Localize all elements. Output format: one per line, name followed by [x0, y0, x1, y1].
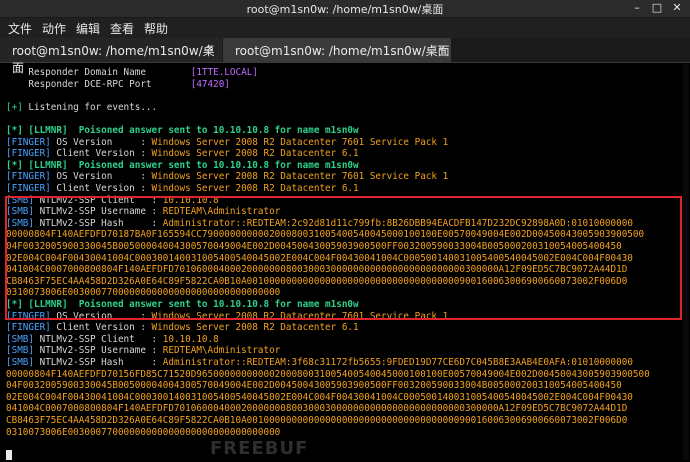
- terminal-segment: Client Version :: [50, 148, 152, 160]
- watermark: FREEBUF: [210, 438, 309, 459]
- terminal-line: [FINGER] Client Version : Windows Server…: [6, 148, 359, 159]
- terminal-segment: [FINGER]: [6, 322, 51, 334]
- terminal-segment: [SMB]: [6, 333, 34, 345]
- terminal-line: 0310073006E00300077000000000000000000000…: [6, 427, 280, 438]
- tab-close-icon[interactable]: ×: [437, 42, 446, 55]
- window-title: root@m1sn0w: /home/m1sn0w/桌面: [246, 3, 444, 16]
- terminal-line: 041004C0007000800804F140AEFDFD7010600040…: [6, 403, 627, 414]
- terminal-line: [SMB] NTLMv2-SSP Client : 10.10.10.8: [6, 334, 219, 345]
- terminal-segment: Windows Server 2008 R2 Datacenter 7601 S…: [151, 171, 449, 183]
- menu-file[interactable]: 文件: [8, 20, 32, 37]
- terminal-segment: [+]: [6, 101, 23, 113]
- window-controls: – □ ✕: [630, 1, 684, 14]
- tab-close-icon[interactable]: ×: [205, 42, 214, 55]
- title-bar: root@m1sn0w: /home/m1sn0w/桌面 – □ ✕: [0, 0, 690, 18]
- minimize-icon[interactable]: –: [630, 1, 644, 14]
- maximize-icon[interactable]: □: [650, 1, 664, 14]
- terminal-line: 02E004C004F00430041004C00030014003100540…: [6, 392, 633, 403]
- terminal-segment: Responder Domain Name: [6, 67, 191, 78]
- terminal-segment: [1TTE.LOCAL]: [190, 67, 258, 78]
- tab-terminal-2[interactable]: root@m1sn0w: /home/m1sn0w/桌面 ×: [223, 38, 451, 62]
- terminal-segment: 00000804F140AEFDFD70156FD85C71520D965000…: [6, 368, 650, 380]
- terminal-segment: CB8463F75EC4AA458D2D326A0E64C89F5822CA0B…: [6, 415, 628, 426]
- terminal-segment: [*] [LLMNR] Poisoned answer sent to 10.1…: [6, 159, 359, 171]
- tab-terminal-1[interactable]: root@m1sn0w: /home/m1sn0w/桌面 ×: [0, 38, 222, 75]
- terminal-segment: Client Version :: [50, 183, 152, 194]
- terminal-segment: [*] [LLMNR] Poisoned answer sent to 10.1…: [6, 125, 359, 136]
- terminal-segment: 041004C0007000800804F140AEFDFD7010600040…: [6, 403, 628, 415]
- terminal-line: [SMB] NTLMv2-SSP Username : REDTEAM\Admi…: [6, 345, 280, 356]
- terminal-segment: [FINGER]: [6, 171, 51, 183]
- menu-edit[interactable]: 编辑: [76, 20, 100, 37]
- terminal-line: [*] [LLMNR] Poisoned answer sent to 10.1…: [6, 125, 359, 136]
- close-icon[interactable]: ✕: [670, 1, 684, 14]
- terminal-segment: Windows Server 2008 R2 Datacenter 6.1: [151, 183, 359, 194]
- terminal-segment: Windows Server 2008 R2 Datacenter 6.1: [151, 322, 359, 334]
- menu-bar: 文件 动作 编辑 查看 帮助: [0, 18, 690, 38]
- terminal-segment: OS Version :: [50, 136, 152, 148]
- terminal-segment: [FINGER]: [6, 136, 51, 148]
- terminal-cursor: [6, 450, 12, 460]
- terminal-segment: Windows Server 2008 R2 Datacenter 6.1: [151, 148, 359, 160]
- terminal-segment: 02E004C004F00430041004C00030014003100540…: [6, 391, 633, 403]
- menu-help[interactable]: 帮助: [144, 20, 168, 37]
- terminal-line: 04F0032005900330045B00500004004300570049…: [6, 380, 622, 391]
- terminal-segment: [SMB]: [6, 345, 34, 357]
- terminal-line: CB8463F75EC4AA458D2D326A0E64C89F5822CA0B…: [6, 415, 627, 426]
- terminal-segment: 0310073006E00300077000000000000000000000…: [6, 426, 281, 438]
- terminal-line: [SMB] NTLMv2-SSP Hash : Administrator::R…: [6, 357, 633, 368]
- terminal-line: 00000804F140AEFDFD70156FD85C71520D965000…: [6, 369, 650, 380]
- terminal-segment: Windows Server 2008 R2 Datacenter 7601 S…: [151, 136, 449, 148]
- menu-action[interactable]: 动作: [42, 20, 66, 37]
- terminal-line: [FINGER] Client Version : Windows Server…: [6, 322, 359, 333]
- terminal-segment: NTLMv2-SSP Client :: [34, 333, 163, 345]
- terminal-line: [+] Listening for events...: [6, 102, 157, 113]
- terminal-line: [*] [LLMNR] Poisoned answer sent to 10.1…: [6, 160, 359, 171]
- terminal-segment: REDTEAM\Administrator: [162, 345, 281, 357]
- terminal-line: Responder DCE-RPC Port [47420]: [6, 79, 230, 90]
- tab-bar: root@m1sn0w: /home/m1sn0w/桌面 × root@m1sn…: [0, 38, 690, 75]
- terminal-line: [FINGER] OS Version : Windows Server 200…: [6, 171, 448, 182]
- terminal-segment: NTLMv2-SSP Hash :: [34, 357, 163, 368]
- terminal-segment: [FINGER]: [6, 148, 51, 160]
- terminal-segment: Client Version :: [50, 322, 152, 334]
- terminal-line: [FINGER] Client Version : Windows Server…: [6, 183, 359, 194]
- terminal-segment: [FINGER]: [6, 183, 51, 194]
- terminal-segment: Listening for events...: [22, 101, 158, 113]
- terminal-segment: 04F0032005900330045B00500004004300570049…: [6, 380, 622, 392]
- terminal-segment: 10.10.10.8: [162, 333, 219, 345]
- terminal-segment: Administrator::REDTEAM:3f68c31172fb5655:…: [162, 357, 633, 368]
- terminal-segment: [47420]: [190, 78, 230, 90]
- terminal-segment: [SMB]: [6, 357, 34, 368]
- terminal-line: Responder Domain Name [1TTE.LOCAL]: [6, 67, 258, 78]
- hash-highlight-box: [5, 196, 682, 320]
- terminal-line: [FINGER] OS Version : Windows Server 200…: [6, 137, 448, 148]
- terminal-segment: Responder DCE-RPC Port: [6, 78, 191, 90]
- terminal-segment: OS Version :: [50, 171, 152, 183]
- tab-label: root@m1sn0w: /home/m1sn0w/桌面: [235, 44, 450, 58]
- terminal-segment: NTLMv2-SSP Username :: [34, 345, 163, 357]
- scrollbar[interactable]: [683, 64, 689, 460]
- menu-view[interactable]: 查看: [110, 20, 134, 37]
